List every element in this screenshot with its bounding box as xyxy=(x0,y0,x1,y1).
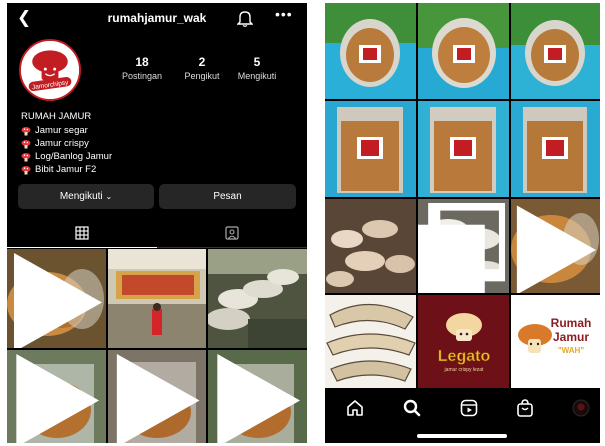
explore-thumbnail[interactable] xyxy=(418,3,509,99)
bio-line: Bibit Jamur F2 xyxy=(21,163,301,176)
explore-thumbnail[interactable]: Legato jamur crispy lezat xyxy=(418,295,509,388)
bell-icon[interactable] xyxy=(237,9,253,27)
explore-thumbnail[interactable] xyxy=(418,199,509,293)
bio-line-text: Bibit Jamur F2 xyxy=(35,164,97,175)
shop-icon[interactable] xyxy=(515,398,535,418)
post-image xyxy=(208,249,307,348)
rumah-jamur-image: Rumah Jamur "WAH" xyxy=(511,295,600,388)
bio-line: Jamur crispy xyxy=(21,137,301,150)
legato-image: Legato jamur crispy lezat xyxy=(418,295,509,388)
legato-title: Legato xyxy=(438,348,491,365)
explore-screen: Legato jamur crispy lezat Rumah Jamur "W… xyxy=(325,3,600,443)
explore-thumbnail[interactable] xyxy=(325,101,416,197)
post-image xyxy=(108,249,206,348)
rumah-text: Rumah xyxy=(551,316,592,330)
post-thumbnail[interactable] xyxy=(108,350,206,443)
tab-tagged[interactable] xyxy=(157,218,307,248)
explore-image xyxy=(511,3,600,99)
legato-subtitle: jamur crispy lezat xyxy=(444,367,485,373)
post-thumbnail[interactable] xyxy=(7,249,106,348)
bio-line-text: Jamur segar xyxy=(35,125,88,136)
reel-icon xyxy=(516,205,596,293)
bio-line-text: Jamur crispy xyxy=(35,138,89,149)
explore-thumbnail[interactable] xyxy=(325,199,416,293)
explore-image xyxy=(418,3,509,99)
username: rumahjamur_wak xyxy=(107,11,207,25)
bio-name: RUMAH JAMUR xyxy=(21,111,92,122)
reel-icon xyxy=(16,354,99,443)
explore-image xyxy=(325,295,416,388)
explore-thumbnail[interactable] xyxy=(418,101,509,197)
profile-icon[interactable] xyxy=(571,398,591,418)
post-thumbnail[interactable] xyxy=(208,350,307,443)
explore-thumbnail[interactable] xyxy=(511,3,600,99)
following-button-label: Mengikuti xyxy=(59,191,103,202)
home-indicator xyxy=(417,434,507,438)
more-icon[interactable]: ••• xyxy=(275,6,293,22)
post-thumbnail[interactable] xyxy=(208,249,307,348)
explore-image xyxy=(418,101,509,197)
bio-line: Jamur segar xyxy=(21,124,301,137)
mushroom-icon xyxy=(21,126,31,135)
mushroom-icon xyxy=(21,152,31,161)
reels-icon[interactable] xyxy=(459,398,479,418)
search-icon[interactable] xyxy=(402,398,422,418)
wah-text: "WAH" xyxy=(558,346,584,355)
following-button[interactable]: Mengikuti ⌄ xyxy=(18,184,154,209)
profile-top-bar: ❮ rumahjamur_wak ••• xyxy=(7,3,307,33)
bottom-nav-bar xyxy=(325,388,600,443)
tab-posts-grid[interactable] xyxy=(7,218,157,248)
post-thumbnail[interactable] xyxy=(7,350,106,443)
profile-bio: RUMAH JAMUR Jamur segar Jamur crispy Log… xyxy=(21,111,301,176)
profile-tabs xyxy=(7,218,307,248)
reel-icon xyxy=(116,354,200,443)
home-icon[interactable] xyxy=(345,398,365,418)
post-thumbnail[interactable] xyxy=(108,249,206,348)
jamur-text: Jamur xyxy=(553,330,589,344)
explore-thumbnail[interactable]: Rumah Jamur "WAH" xyxy=(511,295,600,388)
following-count: 5 xyxy=(253,55,261,69)
tagged-icon xyxy=(225,226,239,240)
explore-image xyxy=(325,199,416,293)
grid-icon xyxy=(75,225,89,240)
reel-icon xyxy=(217,354,300,443)
multiple-posts-icon xyxy=(418,203,505,293)
explore-image xyxy=(325,3,416,99)
explore-thumbnail[interactable] xyxy=(511,199,600,293)
explore-image xyxy=(325,101,416,197)
explore-thumbnail[interactable] xyxy=(511,101,600,197)
mushroom-icon xyxy=(21,139,31,148)
explore-thumbnail[interactable] xyxy=(325,295,416,388)
explore-thumbnail[interactable] xyxy=(325,3,416,99)
following-stat[interactable]: 5 Mengikuti xyxy=(222,55,292,81)
explore-image xyxy=(511,101,600,197)
avatar-logo: Jamorchipsy xyxy=(21,41,79,99)
profile-screen: ❮ rumahjamur_wak ••• Jamorchipsy 18 Post… xyxy=(7,3,307,443)
profile-stats: 18 Postingan 2 Pengikut 5 Mengikuti xyxy=(107,55,307,85)
mushroom-icon xyxy=(21,165,31,174)
reel-icon xyxy=(14,253,102,348)
chevron-down-icon: ⌄ xyxy=(105,192,113,201)
message-button[interactable]: Pesan xyxy=(159,184,296,209)
profile-post-grid xyxy=(7,249,307,443)
explore-grid: Legato jamur crispy lezat Rumah Jamur "W… xyxy=(325,3,600,388)
bio-line-text: Log/Banlog Jamur xyxy=(35,151,113,162)
avatar[interactable]: Jamorchipsy xyxy=(19,39,81,101)
bio-line: Log/Banlog Jamur xyxy=(21,150,301,163)
following-label: Mengikuti xyxy=(237,71,277,81)
